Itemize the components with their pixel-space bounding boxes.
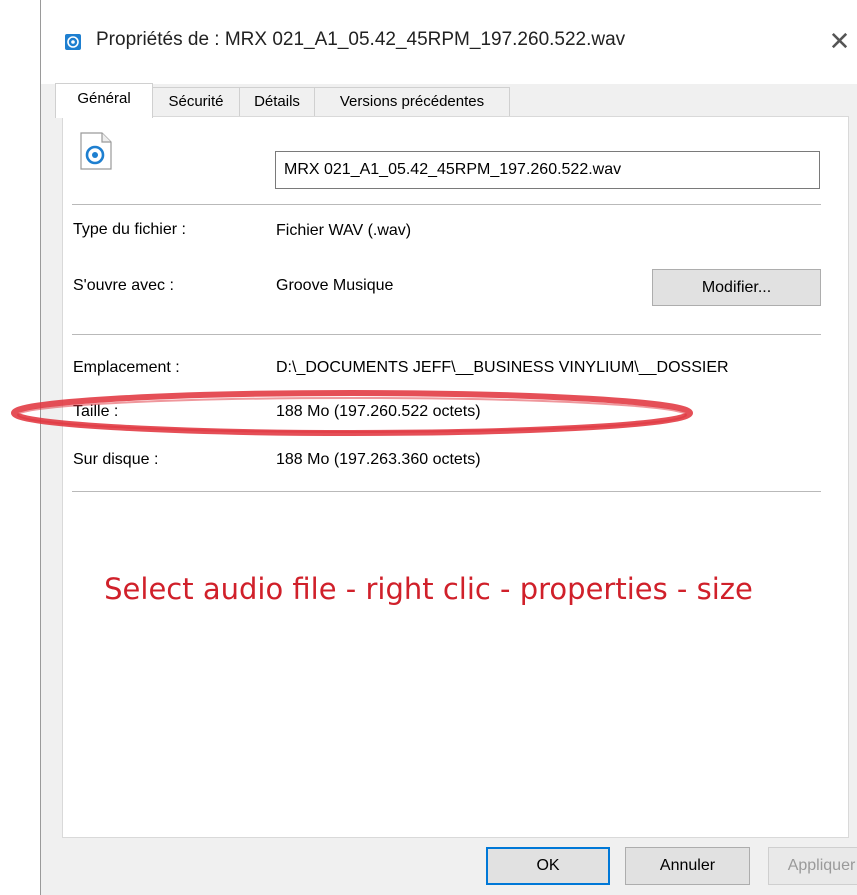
separator: [72, 334, 821, 335]
apply-button[interactable]: Appliquer: [768, 847, 857, 885]
file-type-label: Type du fichier :: [73, 221, 186, 238]
tab-previous-versions[interactable]: Versions précédentes: [314, 87, 510, 117]
ok-button[interactable]: OK: [486, 847, 610, 885]
size-on-disk-label: Sur disque :: [73, 451, 159, 468]
audio-file-icon: [80, 132, 112, 170]
general-panel: Type du fichier : Fichier WAV (.wav) S'o…: [62, 116, 849, 838]
modify-button[interactable]: Modifier...: [652, 269, 821, 306]
tab-details[interactable]: Détails: [239, 87, 315, 117]
opens-with-label: S'ouvre avec :: [73, 277, 174, 294]
annotation-text: Select audio file - right clic - propert…: [104, 572, 753, 606]
separator: [72, 491, 821, 492]
opens-with-value: Groove Musique: [276, 277, 394, 294]
separator: [72, 204, 821, 205]
tab-general[interactable]: Général: [55, 83, 153, 118]
properties-dialog: Propriétés de : MRX 021_A1_05.42_45RPM_1…: [40, 0, 857, 895]
tab-security[interactable]: Sécurité: [152, 87, 240, 117]
filename-input[interactable]: [275, 151, 820, 189]
close-icon: ✕: [828, 26, 851, 56]
close-button[interactable]: ✕: [821, 22, 857, 60]
size-on-disk-value: 188 Mo (197.263.360 octets): [276, 451, 481, 468]
title-bar[interactable]: Propriétés de : MRX 021_A1_05.42_45RPM_1…: [41, 0, 857, 84]
audio-file-icon: [65, 34, 81, 50]
location-label: Emplacement :: [73, 359, 180, 376]
file-type-value: Fichier WAV (.wav): [276, 222, 412, 239]
window-title: Propriétés de : MRX 021_A1_05.42_45RPM_1…: [96, 29, 626, 50]
location-value: D:\_DOCUMENTS JEFF\__BUSINESS VINYLIUM\_…: [276, 359, 729, 376]
size-label: Taille :: [73, 403, 119, 420]
size-value: 188 Mo (197.260.522 octets): [276, 403, 481, 420]
cancel-button[interactable]: Annuler: [625, 847, 750, 885]
